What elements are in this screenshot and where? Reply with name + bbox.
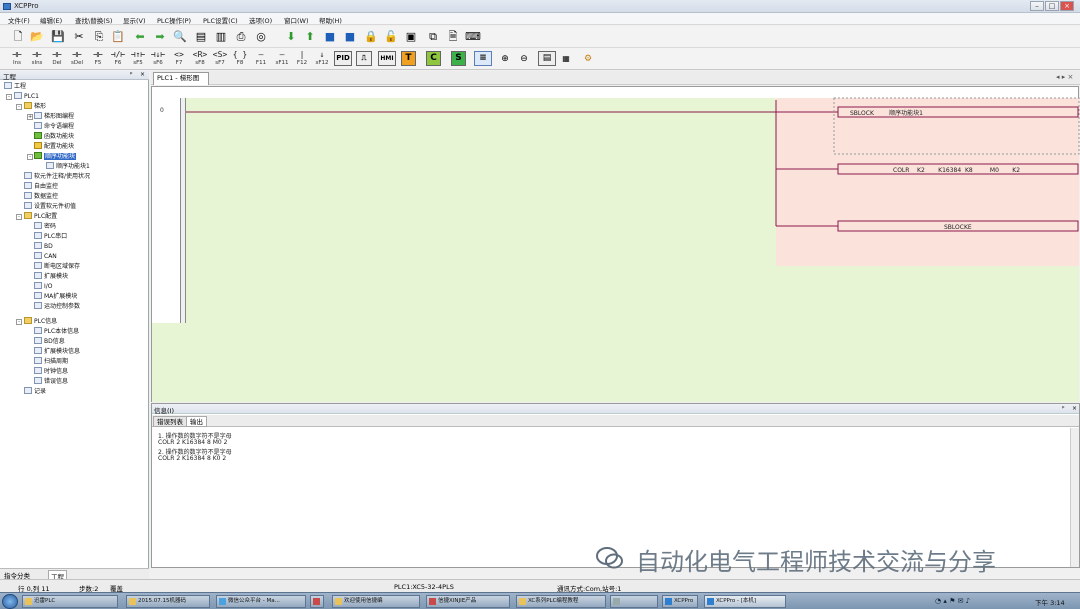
wechat-icon — [596, 547, 623, 569]
message-line: COLR 2 K16384 8 M0 2 — [158, 439, 228, 446]
taskbar-item[interactable]: XCPPro — [662, 595, 698, 608]
taskbar-item[interactable]: 欢迎使用信捷编 — [332, 595, 420, 608]
taskbar-item-active[interactable]: XCPPro - [本机] — [704, 595, 786, 608]
taskbar-item[interactable]: 微信公众平台 - Ma... — [216, 595, 306, 608]
clock: 下午 3:14 — [1035, 599, 1065, 607]
taskbar: 迅雷PLC 2015.07.15机器码 微信公众平台 - Ma... 欢迎使用信… — [0, 592, 1080, 609]
taskbar-item[interactable]: 迅雷PLC — [22, 595, 118, 608]
info-panel-header: 信息(I) — [152, 404, 1079, 415]
taskbar-item[interactable]: 2015.07.15机器码 — [126, 595, 210, 608]
status-bar: 行 0,列 11 步数:2 覆盖 PLC1:XC5-32-4PLS 通讯方式:C… — [0, 579, 1080, 593]
sblocke-text: SBLOCKE — [944, 224, 972, 231]
tray-icons[interactable]: ◔ ▴ ⚑ ✉ ♪ — [935, 597, 970, 605]
panel-close-icon[interactable]: × — [1072, 405, 1077, 412]
info-scrollbar[interactable] — [1070, 428, 1079, 567]
taskbar-item[interactable]: 信捷XINJIE产品 — [426, 595, 510, 608]
taskbar-item[interactable] — [310, 595, 324, 608]
taskbar-item[interactable] — [610, 595, 658, 608]
sblock-text: SBLOCK 顺序功能块1 — [850, 109, 923, 117]
watermark-text: 自动化电气工程师技术交流与分享 — [636, 548, 996, 576]
start-button[interactable] — [2, 594, 18, 609]
message-line: COLR 2 K16384 8 K0 2 — [158, 455, 227, 462]
taskbar-item[interactable]: XC系列PLC编程教程 — [516, 595, 606, 608]
sequence-block-frame — [833, 97, 1080, 155]
info-tabs: 错误列表 输出 — [152, 415, 1079, 427]
tab-output[interactable]: 输出 — [186, 416, 207, 427]
colr-text: COLR K2 K16384 K8 M0 K2 — [893, 167, 1020, 174]
pin-icon[interactable]: ᵖ — [1062, 405, 1065, 412]
tab-error-list[interactable]: 错误列表 — [153, 416, 187, 427]
status-plc-model: PLC1:XC5-32-4PLS — [394, 583, 454, 591]
